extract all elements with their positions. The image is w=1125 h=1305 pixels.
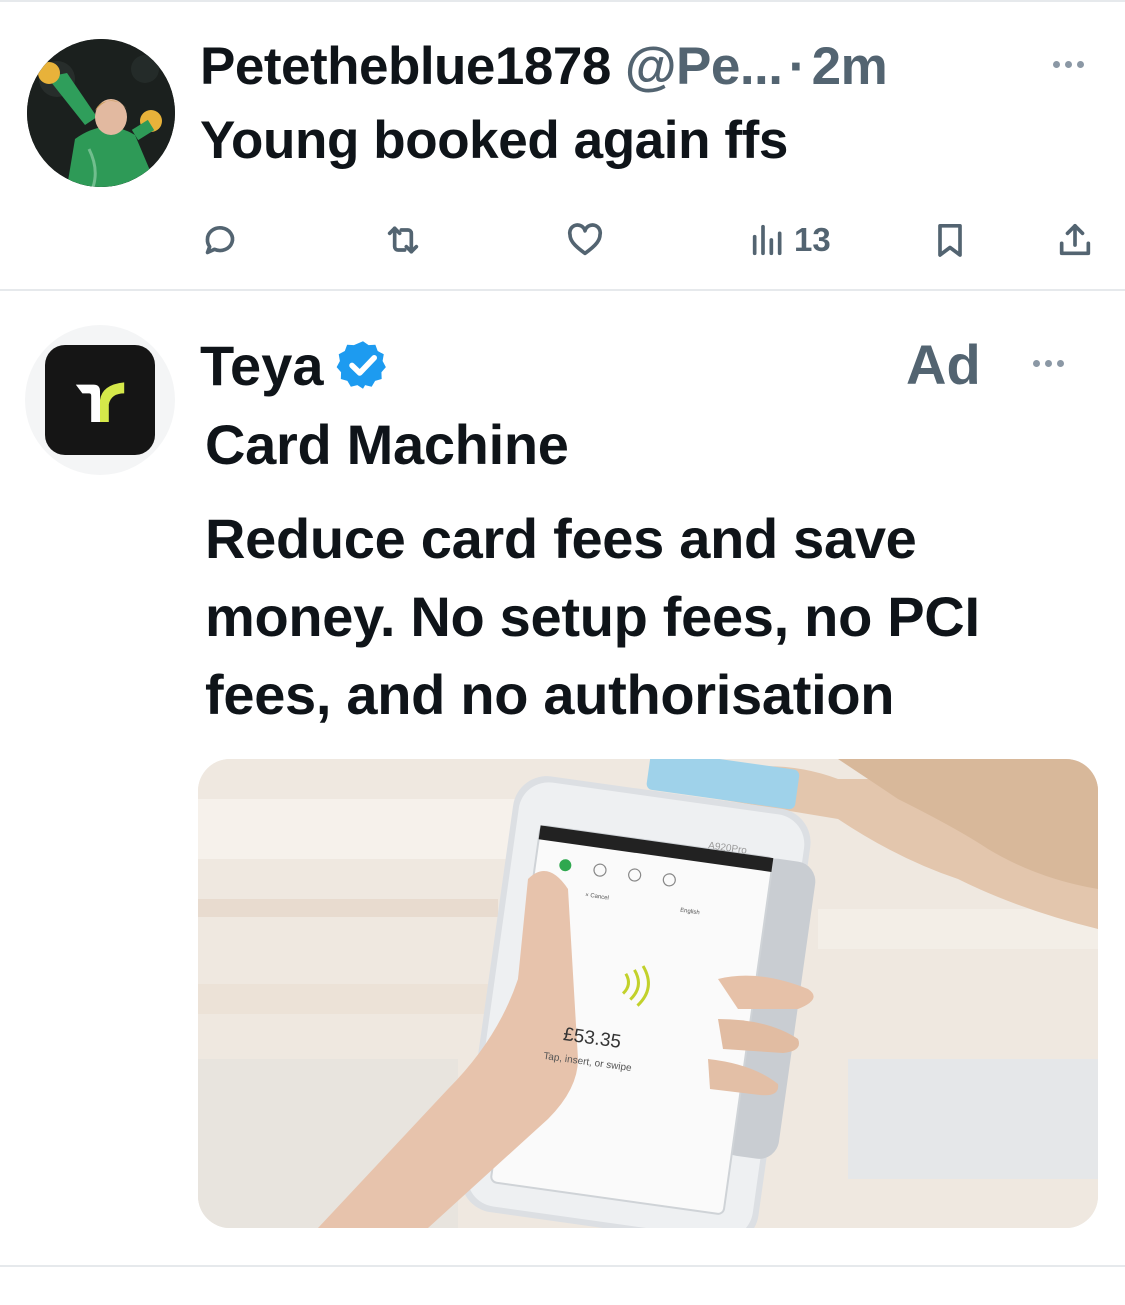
user-avatar[interactable] — [27, 39, 175, 187]
retweet-icon — [387, 226, 419, 254]
share-button[interactable] — [1055, 212, 1095, 268]
advertiser-avatar[interactable] — [25, 325, 175, 475]
ad-more-options-icon[interactable] — [1033, 353, 1064, 373]
ad-body-text: Reduce card fees and save money. No setu… — [205, 507, 980, 726]
views-button[interactable]: 13 — [748, 212, 831, 268]
bookmark-button[interactable] — [930, 212, 970, 268]
tweet-divider — [0, 289, 1125, 291]
views-bar-chart-icon — [752, 224, 782, 256]
reply-button[interactable] — [200, 212, 240, 268]
verified-badge-icon[interactable] — [335, 337, 391, 393]
tweet-text: Young booked again ffs — [200, 111, 788, 170]
bookmark-icon — [938, 224, 962, 257]
ad-media-image[interactable] — [198, 759, 1098, 1228]
tweet-header: Petetheblue1878 @Pe... · 2m — [200, 34, 888, 98]
separator-dot: · — [788, 36, 807, 96]
advertiser-header: Teya — [200, 330, 391, 400]
tweet-action-bar: 13 — [0, 212, 1125, 268]
tweet-timestamp[interactable]: 2m — [812, 36, 888, 97]
heart-icon — [567, 223, 603, 256]
retweet-button[interactable] — [383, 212, 423, 268]
more-options-icon[interactable] — [1053, 54, 1084, 74]
teya-logo-icon — [45, 345, 155, 455]
like-button[interactable] — [565, 212, 605, 268]
display-name[interactable]: Petetheblue1878 — [200, 36, 611, 97]
advertiser-name[interactable]: Teya — [200, 333, 323, 398]
user-handle[interactable]: @Pe... — [625, 36, 783, 97]
card-terminal-photo — [198, 759, 1098, 1228]
share-upload-icon — [1059, 224, 1091, 256]
top-divider — [0, 0, 1125, 2]
goalkeeper-avatar-image — [27, 39, 175, 187]
ad-label: Ad — [906, 333, 981, 396]
reply-bubble-icon — [205, 226, 235, 255]
ad-title: Card Machine — [205, 413, 569, 476]
views-count: 13 — [794, 221, 831, 258]
bottom-divider — [0, 1265, 1125, 1267]
